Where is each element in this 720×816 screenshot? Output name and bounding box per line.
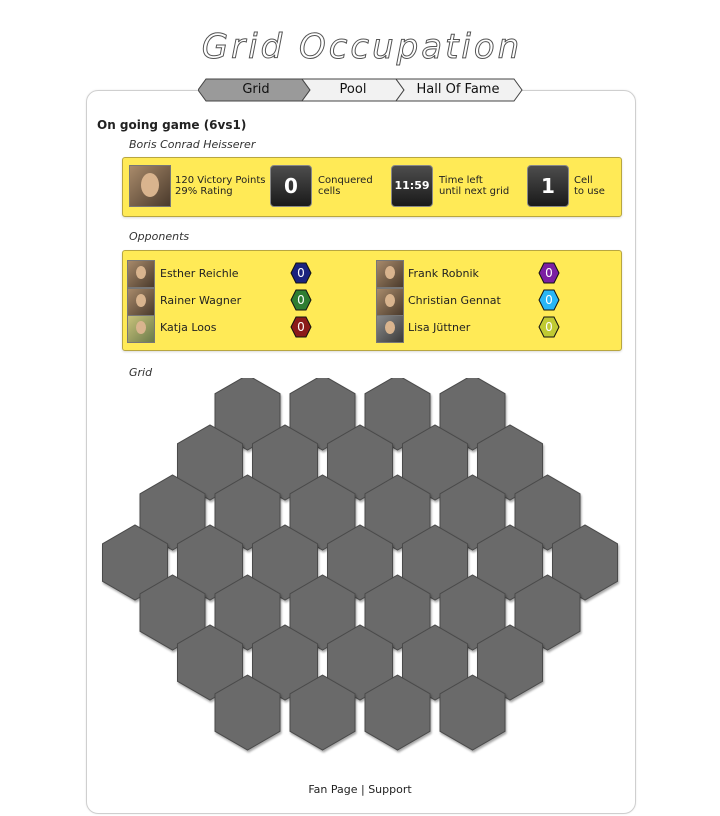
opponent-score: 0 xyxy=(545,266,553,280)
cells-to-use-label-1: Cell xyxy=(574,175,593,186)
opponent-name[interactable]: Rainer Wagner xyxy=(160,295,241,307)
logo-text: Grid Occupation xyxy=(202,27,522,67)
opponent-score: 0 xyxy=(297,266,305,280)
opponent-avatar xyxy=(376,315,404,343)
opponents-box: Esther Reichle 0 Rainer Wagner 0 Katja L… xyxy=(122,250,622,351)
opponent-score: 0 xyxy=(297,320,305,334)
cells-to-use-value: 1 xyxy=(527,165,569,207)
player-name: Boris Conrad Heisserer xyxy=(129,138,256,151)
hex-grid-board xyxy=(102,378,618,751)
conquered-label-1: Conquered xyxy=(318,175,373,186)
opponent-score: 0 xyxy=(545,293,553,307)
player-stats-box: 120 Victory Points 29% Rating 0 Conquere… xyxy=(122,157,622,217)
tab-pool[interactable]: Pool xyxy=(306,78,400,102)
conquered-label-2: cells xyxy=(318,186,341,197)
footer: Fan Page | Support xyxy=(0,783,720,796)
time-left-label-1: Time left xyxy=(439,175,483,186)
app-logo: Grid Occupation xyxy=(201,27,522,68)
tab-grid[interactable]: Grid xyxy=(206,78,306,102)
opponent-name[interactable]: Lisa Jüttner xyxy=(408,322,470,334)
conquered-count: 0 xyxy=(270,165,312,207)
opponent-score: 0 xyxy=(297,293,305,307)
player-avatar xyxy=(129,165,171,207)
tab-bar: Grid Pool Hall Of Fame xyxy=(198,78,524,102)
support-link[interactable]: Support xyxy=(368,783,411,796)
opponent-score: 0 xyxy=(545,320,553,334)
time-left-label-2: until next grid xyxy=(439,186,510,197)
opponent-score-hex: 0 xyxy=(290,316,312,338)
opponent-name[interactable]: Christian Gennat xyxy=(408,295,501,307)
tab-hall-of-fame[interactable]: Hall Of Fame xyxy=(402,78,514,102)
opponent-score-hex: 0 xyxy=(538,316,560,338)
rating: 29% Rating xyxy=(175,186,233,197)
time-left-value: 11:59 xyxy=(391,165,433,207)
victory-points: 120 Victory Points xyxy=(175,175,266,186)
game-title: On going game (6vs1) xyxy=(97,118,247,132)
opponent-avatar xyxy=(127,315,155,343)
opponents-label: Opponents xyxy=(129,230,190,243)
opponent-score-hex: 0 xyxy=(538,262,560,284)
opponent-score-hex: 0 xyxy=(290,262,312,284)
cells-to-use-label-2: to use xyxy=(574,186,605,197)
opponent-avatar xyxy=(127,288,155,316)
opponent-avatar xyxy=(376,288,404,316)
opponent-name[interactable]: Katja Loos xyxy=(160,322,217,334)
opponent-score-hex: 0 xyxy=(538,289,560,311)
footer-separator: | xyxy=(357,783,369,796)
opponent-name[interactable]: Esther Reichle xyxy=(160,268,239,280)
opponent-avatar xyxy=(127,260,155,288)
opponent-name[interactable]: Frank Robnik xyxy=(408,268,479,280)
fan-page-link[interactable]: Fan Page xyxy=(308,783,357,796)
opponent-avatar xyxy=(376,260,404,288)
opponent-score-hex: 0 xyxy=(290,289,312,311)
